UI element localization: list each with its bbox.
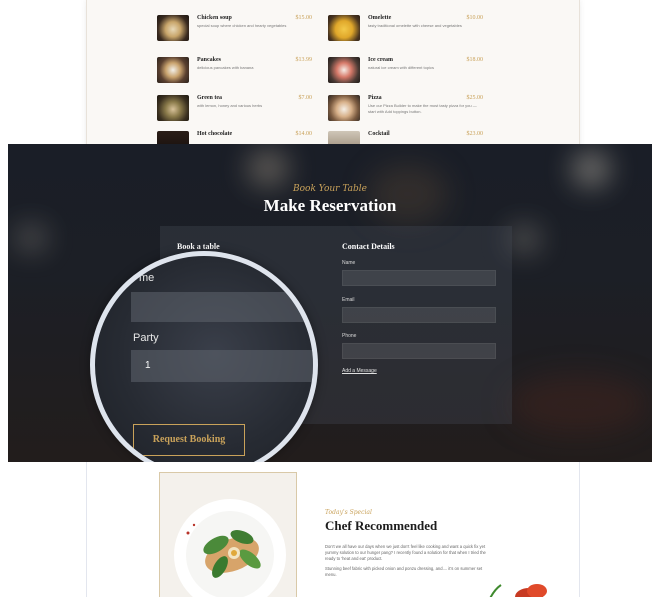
omelette-image	[328, 15, 360, 41]
reservation-cursive-label: Book Your Table	[293, 184, 367, 194]
pancakes-image	[157, 57, 189, 83]
menu-item-price: $7.00	[298, 95, 313, 101]
phone-input[interactable]	[342, 343, 496, 359]
menu-item-description: delicious pancakes with banana	[197, 65, 254, 70]
ice-cream-image	[328, 57, 360, 83]
menu-item-name: Pancakes	[197, 57, 221, 63]
menu-item-price: $15.00	[295, 15, 313, 21]
lamp-glow	[508, 226, 540, 252]
name-label: Name	[342, 260, 356, 266]
lamp-glow	[16, 226, 46, 250]
party-value: 1	[145, 360, 151, 371]
chef-section: Today's Special Chef Recommended Don't w…	[86, 462, 580, 597]
menu-item-description: special soup where chicken and hearty ve…	[197, 23, 287, 28]
lamp-glow	[573, 152, 609, 186]
chef-cursive-label: Today's Special	[325, 509, 372, 516]
green-tea-image	[157, 95, 189, 121]
add-message-link[interactable]: Add a Message	[342, 368, 377, 374]
party-label: Party	[133, 332, 159, 344]
reservation-title: Make Reservation	[263, 196, 397, 215]
menu-item-name: Cocktail	[368, 131, 390, 137]
menu-item-price: $10.00	[466, 15, 484, 21]
menu-item[interactable]: Pizza Use our Pizza Builder to make the …	[328, 95, 483, 125]
pizza-image	[328, 95, 360, 121]
lamp-glow	[248, 150, 288, 186]
table-glow	[508, 374, 648, 434]
herbs-decoration	[489, 584, 547, 597]
menu-item-name: Pizza	[368, 95, 382, 101]
menu-item-name: Ice cream	[368, 57, 394, 63]
plate-with-salad-image	[174, 499, 286, 597]
chef-title: Chef Recommended	[325, 518, 438, 533]
menu-item-description: with lemon, honey and various herbs	[197, 103, 263, 108]
chicken-soup-image	[157, 15, 189, 41]
menu-item-name: Hot chocolate	[197, 131, 233, 137]
plate-image-frame	[159, 472, 297, 597]
menu-item-description: tasty traditional omelette with cheese a…	[368, 23, 462, 28]
menu-item-price: $25.00	[466, 95, 484, 101]
menu-item[interactable]: Chicken soup special soup where chicken …	[157, 15, 312, 45]
menu-item-price: $18.00	[466, 57, 484, 63]
menu-item-description: natural ice cream with different topics	[368, 65, 434, 70]
book-table-heading: Book a table	[177, 242, 220, 251]
contact-details-heading: Contact Details	[342, 242, 395, 251]
phone-label: Phone	[342, 333, 357, 339]
menu-item-price: $23.00	[466, 131, 484, 137]
menu-item[interactable]: Ice cream natural ice cream with differe…	[328, 57, 483, 87]
email-input[interactable]	[342, 307, 496, 323]
chef-paragraph: Don't we all have our days when we just …	[325, 544, 486, 561]
zoom-magnifier: me Party 1 Request Booking	[90, 251, 318, 479]
email-label: Email	[342, 297, 355, 303]
party-select[interactable]	[131, 350, 313, 382]
menu-item-price: $14.00	[295, 131, 313, 137]
menu-item-name: Omelette	[368, 15, 392, 21]
menu-item[interactable]: Omelette tasty traditional omelette with…	[328, 15, 483, 45]
name-field[interactable]	[131, 292, 313, 322]
chef-paragraph: Stunning beef fabric with picked onion a…	[325, 566, 483, 577]
menu-item-name: Green tea	[197, 95, 223, 101]
request-booking-button[interactable]: Request Booking	[133, 424, 245, 456]
menu-item-price: $13.99	[295, 57, 313, 63]
menu-section: Chicken soup special soup where chicken …	[86, 0, 580, 150]
name-input[interactable]	[342, 270, 496, 286]
menu-item[interactable]: Pancakes delicious pancakes with banana …	[157, 57, 312, 87]
menu-item[interactable]: Green tea with lemon, honey and various …	[157, 95, 312, 125]
menu-item-description: Use our Pizza Builder to make the most t…	[368, 103, 477, 114]
partial-field-label: me	[139, 272, 155, 284]
menu-item-name: Chicken soup	[197, 15, 232, 21]
